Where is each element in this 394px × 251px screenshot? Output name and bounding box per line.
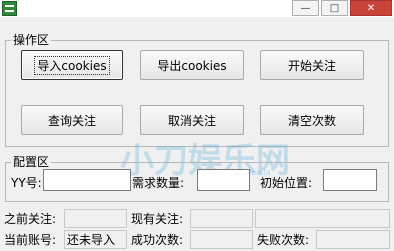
maximize-icon[interactable]: □ [321,0,348,16]
close-icon[interactable]: ✕ [350,0,392,16]
query-follow-button[interactable]: 查询关注 [21,105,123,135]
current-follow-label: 现有关注: [131,212,184,226]
current-follow-value [190,209,253,228]
minimize-icon[interactable]: — [292,0,319,16]
success-count-label: 成功次数: [131,233,184,247]
operation-group-title: 操作区 [11,31,52,48]
demand-quantity-input[interactable] [197,169,250,191]
cancel-follow-label: 取消关注 [167,113,216,128]
title-bar: — □ ✕ [0,0,394,17]
start-position-label: 初始位置: [260,176,313,190]
start-follow-button[interactable]: 开始关注 [260,50,364,80]
app-icon[interactable] [2,1,17,16]
prev-follow-value [64,209,127,228]
fail-count-value [316,230,390,249]
export-cookies-label: 导出cookies [157,58,227,73]
demand-quantity-label: 需求数量: [132,176,185,190]
start-position-input[interactable] [323,169,377,191]
cancel-follow-button[interactable]: 取消关注 [140,105,244,135]
status-blank-cell [255,209,390,228]
import-cookies-label: 导入cookies [34,55,110,75]
prev-follow-label: 之前关注: [4,212,57,226]
current-account-label: 当前账号: [4,233,57,247]
clear-count-button[interactable]: 清空次数 [260,105,364,135]
yy-number-label: YY号: [11,176,42,190]
success-count-value [190,230,253,249]
config-group-title: 配置区 [11,153,52,170]
current-account-cell [64,230,127,249]
start-follow-label: 开始关注 [287,58,336,73]
query-follow-label: 查询关注 [47,113,96,128]
app-window: — □ ✕ 操作区 导入cookies 导出cookies 开始关注 查询关注 … [0,0,394,251]
import-cookies-button[interactable]: 导入cookies [21,50,123,80]
window-controls: — □ ✕ [292,0,392,16]
fail-count-label: 失败次数: [257,233,310,247]
yy-number-input[interactable] [43,169,131,191]
export-cookies-button[interactable]: 导出cookies [140,50,244,80]
clear-count-label: 清空次数 [287,113,336,128]
